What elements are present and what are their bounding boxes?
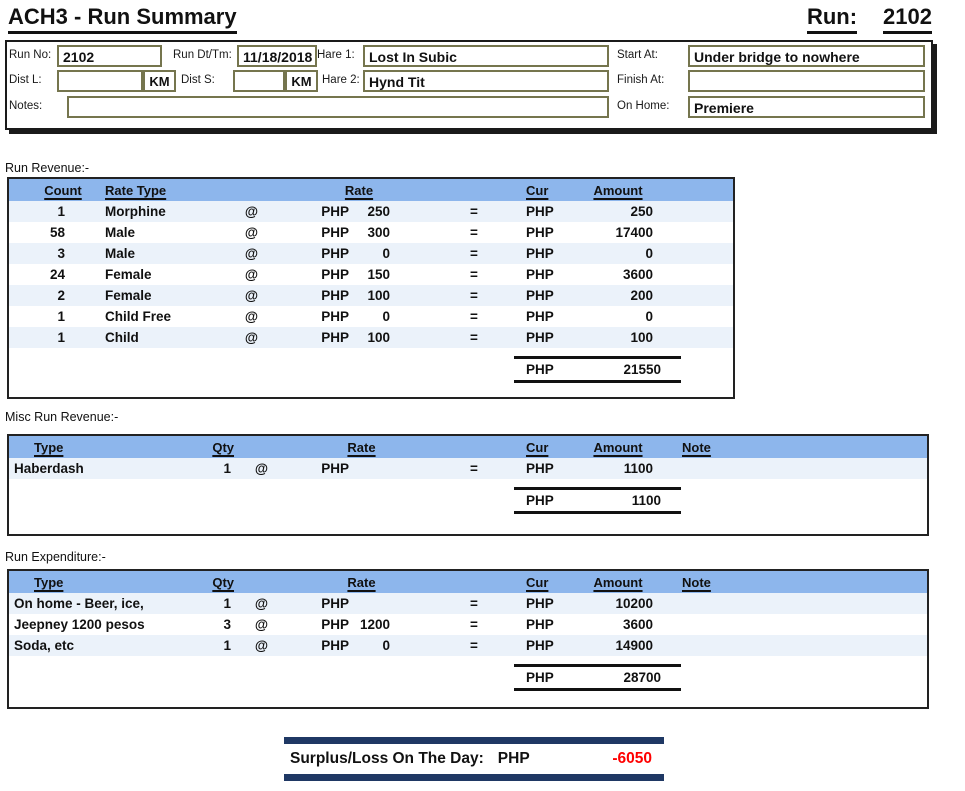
surplus-bottom-bar xyxy=(284,774,664,781)
start-at-label: Start At: xyxy=(617,49,658,61)
table-row: Haberdash 1 @ PHP = PHP 1100 xyxy=(9,458,927,479)
surplus-amount: -6050 xyxy=(612,750,664,768)
table-row: Soda, etc 1 @ PHP 0 = PHP 14900 xyxy=(9,635,927,656)
finish-at-label: Finish At: xyxy=(617,74,664,86)
table-row: On home - Beer, ice, 1 @ PHP = PHP 10200 xyxy=(9,593,927,614)
run-no-field[interactable]: 2102 xyxy=(57,45,162,67)
hare2-label: Hare 2: xyxy=(322,74,360,86)
at-symbol: @ xyxy=(229,246,274,261)
hare1-field[interactable]: Lost In Subic xyxy=(363,45,609,67)
page-title: ACH3 - Run Summary xyxy=(8,4,237,34)
col-header-type: Type xyxy=(9,575,194,590)
table-row: 24 Female @ PHP 150 = PHP 3600 xyxy=(9,264,733,285)
equals-symbol: = xyxy=(394,246,524,261)
equals-symbol: = xyxy=(394,617,524,632)
col-header-amount: Amount xyxy=(579,183,657,198)
run-summary-report: ACH3 - Run Summary Run: 2102 Run No: 210… xyxy=(0,0,965,791)
equals-symbol: = xyxy=(394,330,524,345)
revenue-table: Count Rate Type Rate Cur Amount 1 Morphi… xyxy=(7,177,735,399)
at-symbol: @ xyxy=(229,288,274,303)
col-header-note: Note xyxy=(657,575,757,590)
at-symbol: @ xyxy=(229,204,274,219)
col-header-qty: Qty xyxy=(194,440,234,455)
misc-revenue-total: PHP 1100 xyxy=(514,487,681,514)
expenditure-table: Type Qty Rate Cur Amount Note On home - … xyxy=(7,569,929,709)
col-header-amount: Amount xyxy=(579,440,657,455)
misc-revenue-section-label: Misc Run Revenue:- xyxy=(5,410,118,424)
run-details-form: Run No: 2102 Run Dt/Tm: 11/18/2018 Hare … xyxy=(5,40,933,130)
on-home-label: On Home: xyxy=(617,100,669,112)
col-header-type: Type xyxy=(9,440,194,455)
equals-symbol: = xyxy=(394,225,524,240)
col-header-cur: Cur xyxy=(524,183,579,198)
hare2-field[interactable]: Hynd Tit xyxy=(363,70,609,92)
col-header-count: Count xyxy=(9,183,87,198)
col-header-amount: Amount xyxy=(579,575,657,590)
dist-l-field[interactable] xyxy=(57,70,143,92)
finish-at-field[interactable] xyxy=(688,70,925,92)
misc-revenue-table-header: Type Qty Rate Cur Amount Note xyxy=(9,436,927,458)
col-header-note: Note xyxy=(657,440,757,455)
run-dttm-label: Run Dt/Tm: xyxy=(173,49,232,61)
col-header-cur: Cur xyxy=(524,575,579,590)
table-row: 1 Morphine @ PHP 250 = PHP 250 xyxy=(9,201,733,222)
col-header-rate: Rate xyxy=(274,183,394,198)
table-row: 2 Female @ PHP 100 = PHP 200 xyxy=(9,285,733,306)
notes-field[interactable] xyxy=(67,96,609,118)
col-header-rate: Rate xyxy=(289,575,394,590)
run-label: Run: xyxy=(807,4,857,34)
revenue-total: PHP 21550 xyxy=(514,356,681,383)
col-header-qty: Qty xyxy=(194,575,234,590)
run-dttm-field[interactable]: 11/18/2018 xyxy=(237,45,317,67)
equals-symbol: = xyxy=(394,638,524,653)
misc-revenue-table: Type Qty Rate Cur Amount Note Haberdash … xyxy=(7,434,929,536)
on-home-field[interactable]: Premiere xyxy=(688,96,925,118)
at-symbol: @ xyxy=(229,225,274,240)
equals-symbol: = xyxy=(394,461,524,476)
surplus-label: Surplus/Loss On The Day: xyxy=(284,750,484,768)
at-symbol: @ xyxy=(229,330,274,345)
at-symbol: @ xyxy=(234,596,289,611)
revenue-table-header: Count Rate Type Rate Cur Amount xyxy=(9,179,733,201)
surplus-strip: Surplus/Loss On The Day: PHP -6050 xyxy=(284,737,664,781)
notes-label: Notes: xyxy=(9,100,42,112)
equals-symbol: = xyxy=(394,288,524,303)
surplus-top-bar xyxy=(284,737,664,744)
at-symbol: @ xyxy=(229,309,274,324)
table-row: 58 Male @ PHP 300 = PHP 17400 xyxy=(9,222,733,243)
table-row: Jeepney 1200 pesos 3 @ PHP 1200 = PHP 36… xyxy=(9,614,927,635)
equals-symbol: = xyxy=(394,309,524,324)
dist-s-label: Dist S: xyxy=(181,74,215,86)
expenditure-table-header: Type Qty Rate Cur Amount Note xyxy=(9,571,927,593)
col-header-rate-type: Rate Type xyxy=(87,183,229,198)
equals-symbol: = xyxy=(394,204,524,219)
run-header: Run: 2102 xyxy=(807,4,932,34)
surplus-currency: PHP xyxy=(498,750,530,768)
equals-symbol: = xyxy=(394,267,524,282)
table-row: 3 Male @ PHP 0 = PHP 0 xyxy=(9,243,733,264)
run-no-label: Run No: xyxy=(9,49,51,61)
at-symbol: @ xyxy=(234,638,289,653)
at-symbol: @ xyxy=(234,617,289,632)
col-header-cur: Cur xyxy=(524,440,579,455)
dist-l-unit: KM xyxy=(143,70,176,92)
start-at-field[interactable]: Under bridge to nowhere xyxy=(688,45,925,67)
revenue-section-label: Run Revenue:- xyxy=(5,161,89,175)
run-number: 2102 xyxy=(883,4,932,34)
table-row: 1 Child @ PHP 100 = PHP 100 xyxy=(9,327,733,348)
dist-s-field[interactable] xyxy=(233,70,285,92)
dist-s-unit: KM xyxy=(285,70,318,92)
at-symbol: @ xyxy=(229,267,274,282)
col-header-rate: Rate xyxy=(289,440,394,455)
at-symbol: @ xyxy=(234,461,289,476)
equals-symbol: = xyxy=(394,596,524,611)
expenditure-section-label: Run Expenditure:- xyxy=(5,550,106,564)
table-row: 1 Child Free @ PHP 0 = PHP 0 xyxy=(9,306,733,327)
expenditure-total: PHP 28700 xyxy=(514,664,681,691)
hare1-label: Hare 1: xyxy=(317,49,355,61)
dist-l-label: Dist L: xyxy=(9,74,42,86)
